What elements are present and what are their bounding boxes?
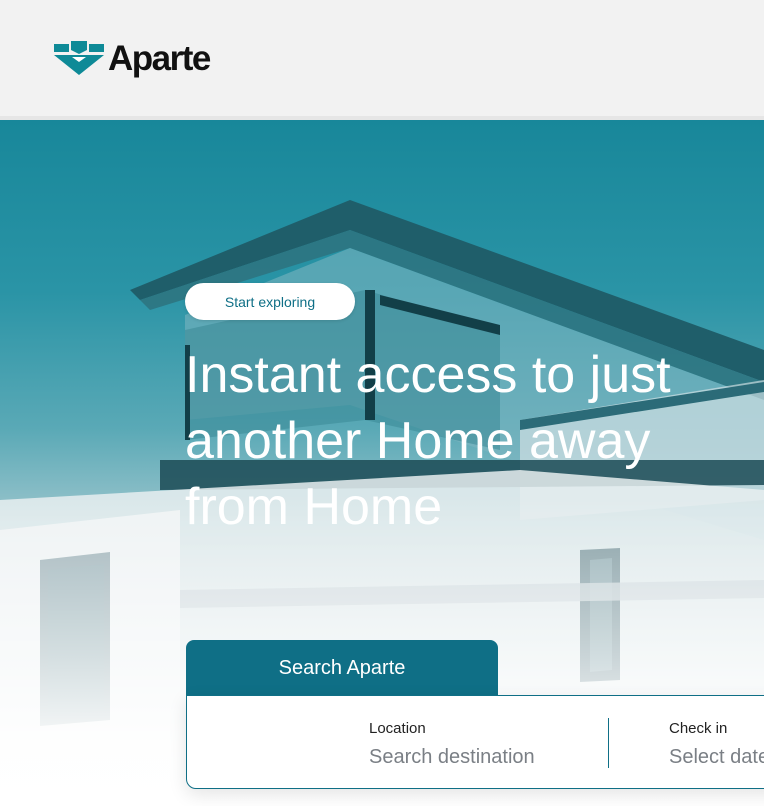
checkin-label: Check in — [669, 720, 728, 737]
search-aparte-tab[interactable]: Search Aparte — [186, 640, 498, 696]
checkin-input[interactable]: Select date — [669, 746, 764, 768]
location-input[interactable]: Search destination — [369, 746, 535, 768]
field-divider — [608, 718, 609, 768]
hero-headline: Instant access to just another Home away… — [185, 346, 671, 536]
page: Aparte Start exploring Instant access to… — [0, 0, 764, 806]
checkin-field[interactable]: Check in Select date — [669, 720, 764, 768]
brand-logo[interactable]: Aparte — [54, 38, 211, 78]
site-header: Aparte — [0, 0, 764, 120]
location-label: Location — [369, 720, 426, 737]
start-exploring-button[interactable]: Start exploring — [185, 283, 355, 320]
search-panel: Location Search destination Check in Sel… — [186, 695, 764, 789]
brand-name: Aparte — [108, 38, 211, 78]
location-field[interactable]: Location Search destination — [369, 720, 535, 768]
aparte-logo-icon — [54, 41, 104, 75]
